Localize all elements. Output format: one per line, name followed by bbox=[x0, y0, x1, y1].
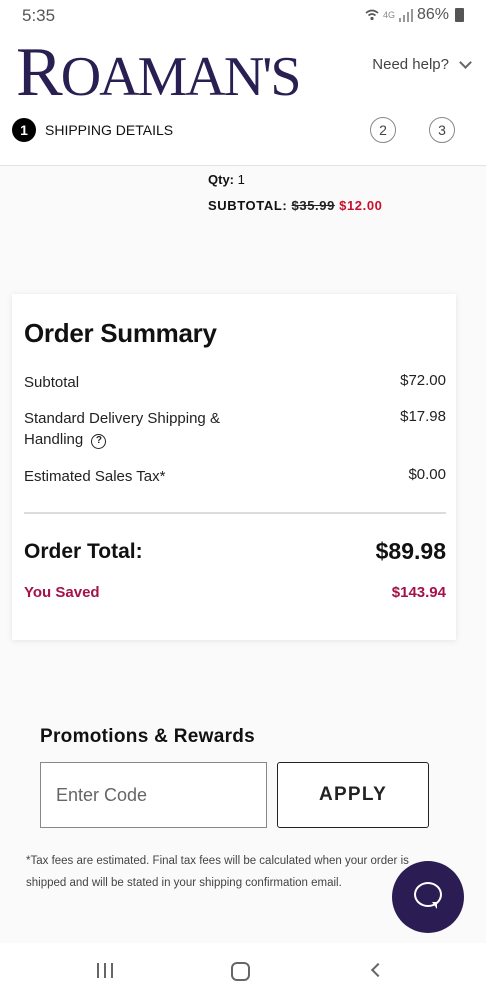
signal-icon bbox=[398, 8, 413, 22]
promotions-title: Promotions & Rewards bbox=[40, 726, 256, 747]
summary-divider bbox=[24, 512, 446, 514]
original-price: $35.99 bbox=[291, 198, 335, 213]
network-type: 4G bbox=[382, 10, 395, 20]
order-total-value: $89.98 bbox=[375, 538, 446, 564]
order-total-label: Order Total: bbox=[24, 540, 143, 563]
home-icon[interactable] bbox=[231, 962, 250, 981]
system-nav-bar bbox=[0, 943, 486, 1000]
sale-price: $12.00 bbox=[339, 198, 383, 213]
status-time: 5:35 bbox=[22, 6, 56, 25]
summary-row-label: Standard Delivery Shipping & Handling ? bbox=[24, 408, 274, 450]
promo-code-input[interactable] bbox=[40, 762, 267, 828]
wifi-icon bbox=[365, 9, 379, 21]
help-circle-icon[interactable]: ? bbox=[91, 434, 107, 449]
checkout-steps: 1 SHIPPING DETAILS 2 3 bbox=[12, 117, 472, 148]
shipping-label-text: Standard Delivery Shipping & Handling bbox=[24, 410, 220, 448]
chevron-down-icon bbox=[459, 55, 472, 69]
order-summary-title: Order Summary bbox=[24, 318, 217, 348]
apply-button[interactable]: APPLY bbox=[277, 762, 429, 828]
battery-icon bbox=[455, 8, 464, 22]
qty-value: 1 bbox=[237, 172, 245, 187]
summary-row-value: $72.00 bbox=[400, 372, 446, 389]
item-subtotal: SUBTOTAL: $35.99 $12.00 bbox=[208, 198, 383, 213]
you-saved-value: $143.94 bbox=[391, 584, 446, 601]
status-icons: 4G 86% bbox=[365, 6, 464, 24]
back-icon[interactable] bbox=[370, 962, 386, 978]
chat-button[interactable] bbox=[392, 861, 464, 933]
step-shipping-details: 1 SHIPPING DETAILS bbox=[12, 118, 173, 142]
status-bar: 5:35 4G 86% bbox=[0, 0, 486, 34]
need-help-label: Need help? bbox=[372, 56, 449, 73]
step-3: 3 bbox=[429, 117, 455, 143]
recent-apps-icon[interactable] bbox=[97, 963, 113, 978]
battery-percent: 86% bbox=[416, 6, 449, 23]
checkout-header: ROAMAN'S Need help? 1 SHIPPING DETAILS 2… bbox=[0, 34, 486, 166]
order-summary-card: Order Summary Subtotal $72.00 Standard D… bbox=[12, 294, 456, 640]
chat-icon bbox=[414, 882, 442, 907]
step-number: 1 bbox=[12, 118, 36, 142]
summary-row-label: Subtotal bbox=[24, 374, 80, 391]
need-help-dropdown[interactable]: Need help? bbox=[372, 55, 472, 73]
qty-label: Qty: bbox=[208, 172, 234, 187]
summary-row-label: Estimated Sales Tax* bbox=[24, 468, 166, 485]
summary-row-value: $0.00 bbox=[408, 466, 446, 483]
subtotal-label: SUBTOTAL: bbox=[208, 198, 288, 213]
chat-icon-tail bbox=[432, 902, 437, 909]
step-label: SHIPPING DETAILS bbox=[45, 122, 174, 138]
you-saved-label: You Saved bbox=[24, 584, 100, 601]
step-2: 2 bbox=[370, 117, 396, 143]
item-qty: Qty: 1 bbox=[208, 172, 245, 187]
summary-row-value: $17.98 bbox=[400, 408, 446, 425]
brand-logo[interactable]: ROAMAN'S bbox=[16, 38, 301, 108]
tax-note: *Tax fees are estimated. Final tax fees … bbox=[26, 855, 409, 889]
